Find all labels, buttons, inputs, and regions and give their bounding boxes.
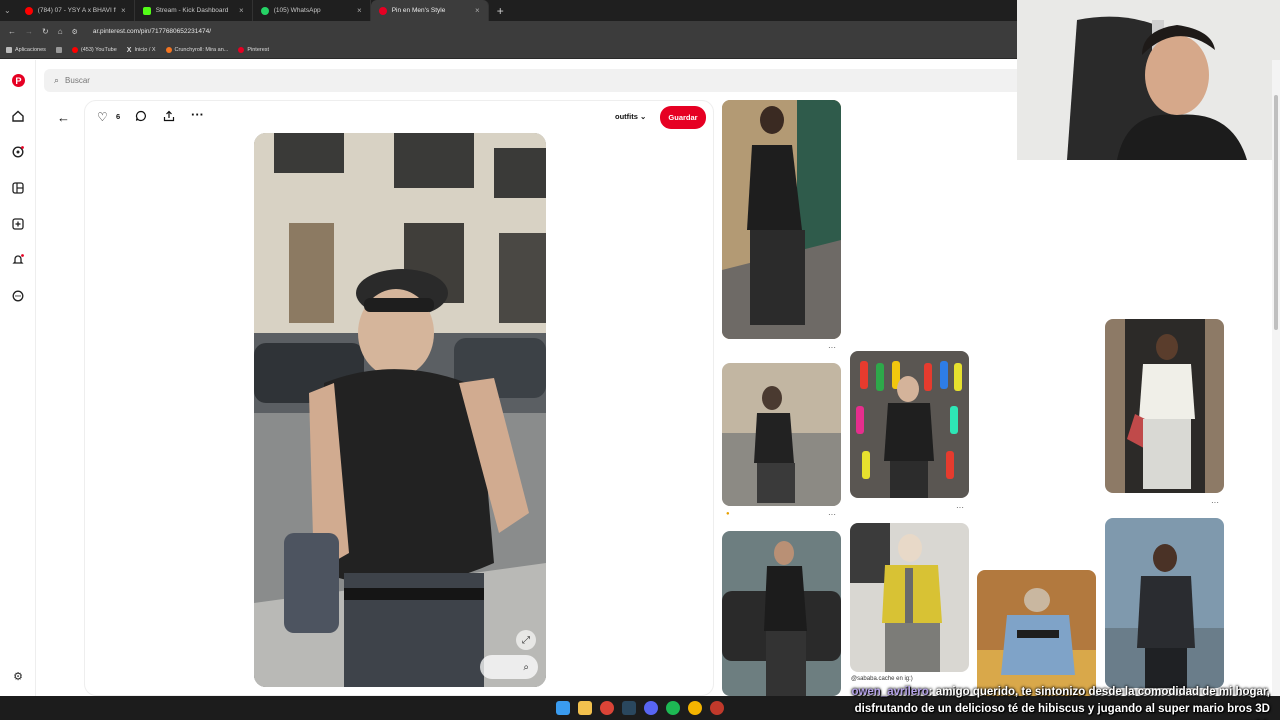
youtube-icon <box>71 47 78 53</box>
grid-icon <box>55 47 62 53</box>
spotify-icon[interactable] <box>666 701 680 715</box>
comment-icon[interactable] <box>135 110 147 125</box>
bookmark-youtube[interactable]: (453) YouTube <box>71 47 117 53</box>
stream-chat-overlay: owen_avrilero: amigo querido, te sintoni… <box>834 684 1280 720</box>
scrollbar-thumb[interactable] <box>1274 95 1278 330</box>
home-icon[interactable] <box>11 109 25 123</box>
save-button[interactable]: Guardar <box>660 106 706 129</box>
settings-gear-icon[interactable]: ⚙ <box>11 669 25 683</box>
messages-icon[interactable] <box>11 289 25 303</box>
main-pin-image[interactable]: ⤢ ⌕ <box>254 133 546 687</box>
apps-grid-icon <box>6 47 12 53</box>
home-icon[interactable]: ⌂ <box>58 27 63 36</box>
more-options-icon[interactable]: ··· <box>828 510 836 519</box>
more-options-icon[interactable]: ··· <box>956 503 964 512</box>
forward-icon[interactable]: → <box>25 27 33 36</box>
pin-image <box>722 100 841 339</box>
create-icon[interactable] <box>11 217 25 231</box>
pinterest-icon <box>238 47 245 53</box>
notifications-bell-icon[interactable] <box>11 253 25 267</box>
reload-icon[interactable]: ↻ <box>42 27 49 36</box>
bookmark-folder[interactable] <box>55 47 62 53</box>
file-explorer-icon[interactable] <box>578 701 592 715</box>
pin-image <box>977 570 1096 696</box>
like-count: 6 <box>116 112 121 121</box>
outfit-photo <box>254 133 546 687</box>
tab-pinterest[interactable]: Pin en Men's Style × <box>370 0 489 21</box>
tab-kick[interactable]: Stream - Kick Dashboard × <box>135 0 253 21</box>
chrome-alt-icon[interactable] <box>688 701 702 715</box>
youtube-icon <box>24 6 33 15</box>
tab-whatsapp[interactable]: (105) WhatsApp × <box>253 0 371 21</box>
bookmark-apps[interactable]: Aplicaciones <box>6 47 46 53</box>
discord-icon[interactable] <box>644 701 658 715</box>
boards-icon[interactable] <box>11 181 25 195</box>
app-icon[interactable] <box>710 701 724 715</box>
more-options-icon[interactable]: ··· <box>1211 498 1219 507</box>
image-credit: @sababa.cache en ig:) <box>851 676 913 682</box>
chat-line-1: owen_avrilero: amigo querido, te sintoni… <box>834 684 1270 701</box>
pin-image <box>1105 518 1224 688</box>
related-pin[interactable] <box>1105 319 1224 493</box>
pin-image <box>1105 319 1224 493</box>
chevron-down-icon: ⌄ <box>640 112 647 121</box>
related-pin[interactable] <box>722 531 841 696</box>
pinterest-logo-icon[interactable]: P <box>11 73 25 87</box>
pin-image <box>850 523 969 672</box>
steam-icon[interactable] <box>622 701 636 715</box>
whatsapp-icon <box>260 6 269 15</box>
related-pin[interactable] <box>722 363 841 506</box>
related-pin[interactable] <box>1105 518 1224 688</box>
chrome-icon[interactable] <box>600 701 614 715</box>
back-icon[interactable]: ← <box>8 27 16 36</box>
related-pin[interactable] <box>850 351 969 498</box>
pin-image <box>722 531 841 696</box>
lens-icon: ⌕ <box>523 661 529 673</box>
search-placeholder: Buscar <box>65 76 90 85</box>
bookmark-pinterest[interactable]: Pinterest <box>238 47 269 53</box>
streamer-webcam <box>1017 0 1280 160</box>
site-info-icon[interactable]: ⚙ <box>72 28 78 36</box>
close-tab-icon[interactable]: × <box>357 6 362 15</box>
chat-username: owen_avrilero <box>851 686 929 698</box>
pin-image <box>850 351 969 498</box>
board-select[interactable]: outfits ⌄ <box>615 112 646 121</box>
visual-search-button[interactable]: ⌕ <box>480 655 538 679</box>
crunchyroll-icon <box>165 47 172 53</box>
pin-action-bar: ← ♡ 6 ··· outfits ⌄ Guardar <box>57 101 715 137</box>
kick-icon <box>142 6 151 15</box>
explore-icon[interactable] <box>11 145 25 159</box>
share-icon[interactable] <box>163 110 175 125</box>
pinterest-icon <box>378 6 387 15</box>
close-tab-icon[interactable]: × <box>475 6 480 15</box>
search-icon: ⌕ <box>54 75 60 85</box>
windows-start-icon[interactable] <box>556 701 570 715</box>
svg-text:P: P <box>15 75 21 85</box>
chat-message-2: disfrutando de un delicioso té de hibisc… <box>854 703 1270 715</box>
new-tab-button[interactable]: + <box>489 4 512 18</box>
webcam-overlay <box>1017 0 1280 160</box>
close-tab-icon[interactable]: × <box>239 6 244 15</box>
heart-icon[interactable]: ♡ <box>97 110 108 124</box>
x-logo-icon: X <box>126 46 132 54</box>
expand-icon[interactable]: ⤢ <box>516 630 536 650</box>
related-pin[interactable] <box>977 570 1096 696</box>
related-pin[interactable] <box>722 100 841 339</box>
tab-youtube[interactable]: (784) 07 - YSY A x BHAVI ft × <box>17 0 135 21</box>
close-tab-icon[interactable]: × <box>121 6 126 15</box>
pinterest-sidebar: P ⚙ <box>0 60 36 696</box>
search-input[interactable]: ⌕ Buscar <box>44 69 1024 92</box>
back-arrow-icon[interactable]: ← <box>57 110 70 125</box>
bookmark-x[interactable]: X Inicio / X <box>127 47 156 54</box>
related-pin[interactable] <box>850 523 969 672</box>
url-field[interactable]: ar.pinterest.com/pin/717768065223147​4/ <box>93 28 211 35</box>
emoji-icon: ● <box>726 511 730 517</box>
bookmark-crunchyroll[interactable]: Crunchyroll: Mira an... <box>165 47 228 53</box>
chat-message-1: : amigo querido, te sintonizo desde la c… <box>928 686 1270 698</box>
pin-detail-card: ← ♡ 6 ··· outfits ⌄ Guardar ⤢ ⌕ <box>57 100 715 696</box>
more-options-icon[interactable]: ··· <box>191 107 204 122</box>
tab-search-icon[interactable]: ⌄ <box>4 6 11 15</box>
more-options-icon[interactable]: ··· <box>828 343 836 352</box>
pin-image <box>722 363 841 506</box>
